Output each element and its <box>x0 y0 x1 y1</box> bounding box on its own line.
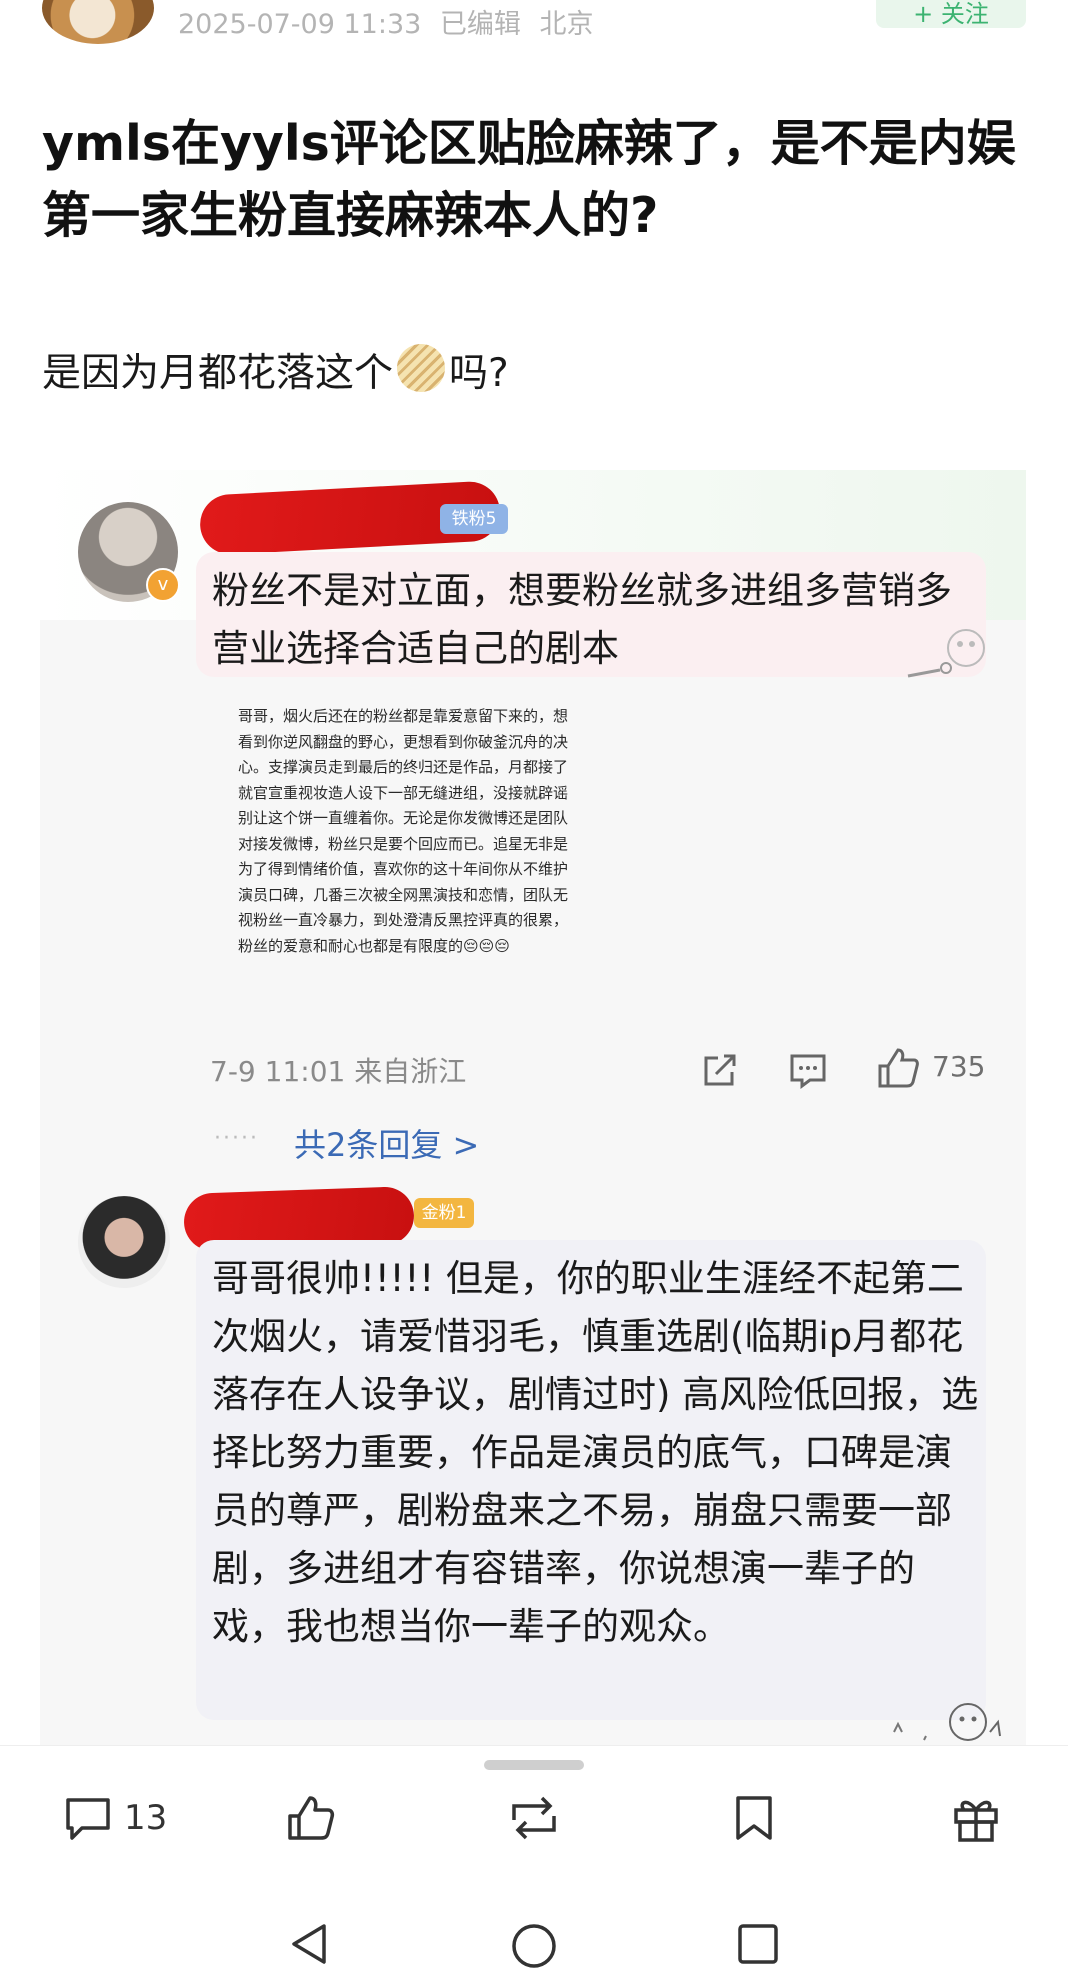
back-icon[interactable] <box>288 1922 332 1966</box>
share-icon[interactable] <box>700 1050 740 1090</box>
recents-icon[interactable] <box>736 1922 780 1966</box>
like-count: 735 <box>932 1050 986 1083</box>
comment1-date: 7-9 11:01 <box>210 1055 346 1088</box>
comment1-source: 来自浙江 <box>354 1055 467 1088</box>
bubble-decoration-icon <box>907 629 985 678</box>
like-icon[interactable] <box>876 1046 920 1090</box>
bookmark-icon[interactable] <box>728 1792 780 1844</box>
comment1-time: 7-9 11:01 来自浙江 <box>210 1050 466 1090</box>
comment1-text: 粉丝不是对立面，想要粉丝就多进组多营销多营业选择合适自己的剧本 <box>212 569 952 670</box>
like-icon[interactable] <box>284 1792 336 1844</box>
edited-label: 已编辑 <box>439 9 521 40</box>
author-avatar[interactable] <box>42 0 154 44</box>
replies-dots: ····· <box>214 1126 259 1151</box>
home-icon[interactable] <box>510 1922 558 1970</box>
fan-badge: 铁粉5 <box>440 504 508 534</box>
comment-icon[interactable] <box>62 1792 114 1844</box>
comment-count: 13 <box>124 1798 168 1838</box>
bubble-decoration-icon <box>893 1703 1001 1741</box>
fan-badge: 金粉1 <box>414 1198 474 1228</box>
post-meta: 2025-07-09 11:33 已编辑 北京 <box>178 2 604 41</box>
follow-button[interactable]: + 关注 <box>876 0 1026 28</box>
post-date: 2025-07-09 11:33 <box>178 9 422 40</box>
comment-icon[interactable] <box>788 1050 828 1090</box>
view-replies-link[interactable]: 共2条回复 > <box>294 1120 479 1166</box>
post-body-after: 吗? <box>449 351 509 396</box>
comment1-image-text: 哥哥，烟火后还在的粉丝都是靠爱意留下来的，想看到你逆风翻盘的野心，更想看到你破釜… <box>238 707 569 955</box>
drag-handle[interactable] <box>484 1760 584 1770</box>
post-location: 北京 <box>539 9 594 40</box>
post-body: 是因为月都花落这个 吗? <box>42 342 509 398</box>
repost-icon[interactable] <box>504 1790 564 1846</box>
comment2-text: 哥哥很帅!!!!! 但是，你的职业生涯经不起第二次烟火，请爱惜羽毛，慎重选剧(临… <box>212 1257 979 1648</box>
verified-badge-icon: v <box>146 568 180 602</box>
grid-biscuit-emoji-icon <box>397 344 446 392</box>
gift-icon[interactable] <box>950 1792 1002 1844</box>
commenter2-avatar <box>78 1196 170 1288</box>
post-body-before: 是因为月都花落这个 <box>42 351 394 396</box>
post-title: ymls在yyls评论区贴脸麻辣了，是不是内娱第一家生粉直接麻辣本人的? <box>42 115 1016 244</box>
